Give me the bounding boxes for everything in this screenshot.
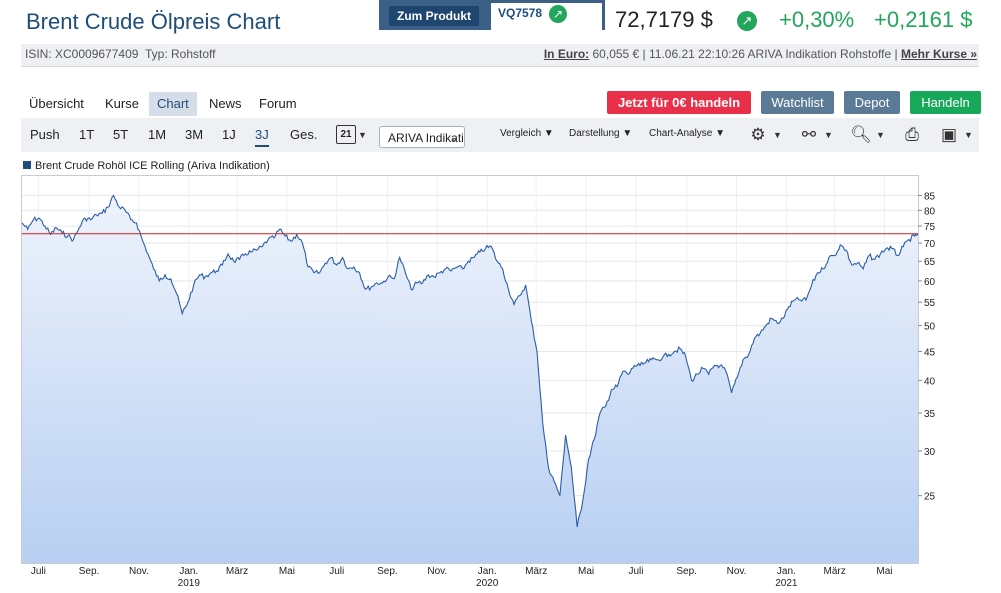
- y-tick-label: 65: [924, 257, 936, 268]
- watchlist-button[interactable]: Watchlist: [761, 91, 834, 114]
- gear-icon[interactable]: ⚙: [747, 124, 769, 146]
- print-icon[interactable]: ⎙: [901, 124, 923, 146]
- y-tick-label: 25: [924, 492, 936, 503]
- tab-forum[interactable]: Forum: [251, 92, 305, 116]
- y-tick-label: 70: [924, 239, 936, 250]
- page-title: Brent Crude Ölpreis Chart: [26, 9, 281, 34]
- more-quotes-link[interactable]: Mehr Kurse »: [901, 47, 977, 61]
- legend-swatch: [23, 161, 31, 169]
- y-tick-label: 45: [924, 347, 936, 358]
- x-tick-label: Nov.: [427, 566, 447, 577]
- y-tick-label: 50: [924, 322, 936, 333]
- y-tick-label: 30: [924, 447, 936, 458]
- x-tick-label: Nov.: [727, 566, 747, 577]
- indicator-icon[interactable]: ⚯: [798, 124, 820, 146]
- menu-display-label: Darstellung: [569, 128, 620, 139]
- save-chevron-icon[interactable]: ▼: [964, 130, 973, 140]
- instrument-type: Typ: Rohstoff: [145, 47, 216, 61]
- change-absolute: +0,2161 $: [874, 7, 973, 32]
- range-5t[interactable]: 5T: [113, 127, 128, 142]
- euro-label[interactable]: In Euro:: [544, 47, 589, 61]
- select-chevron-icon[interactable]: ⌄: [450, 133, 458, 144]
- y-tick-label: 35: [924, 409, 936, 420]
- x-tick-label: Sep.: [377, 566, 398, 577]
- depot-button[interactable]: Depot: [844, 91, 900, 114]
- current-price: 72,7179 $: [615, 7, 713, 32]
- range-1t[interactable]: 1T: [79, 127, 94, 142]
- x-tick-label: Jan.: [777, 566, 796, 577]
- x-tick-label: Juli: [628, 566, 643, 577]
- x-year-label: 2021: [775, 578, 798, 589]
- range-push[interactable]: Push: [30, 127, 60, 142]
- x-tick-label: Nov.: [129, 566, 149, 577]
- zoom-icon[interactable]: 🔍︎: [850, 124, 872, 146]
- range-3j[interactable]: 3J: [255, 127, 269, 147]
- x-year-label: 2019: [178, 578, 201, 589]
- x-tick-label: Juli: [31, 566, 46, 577]
- y-tick-label: 60: [924, 277, 936, 288]
- tab-news[interactable]: News: [201, 92, 250, 116]
- price-chart: 25 30 35 40 45 50 55 60 65 70 75 80 85 Juli Sep. Nov. J…: [21, 175, 936, 589]
- y-tick-label: 55: [924, 298, 936, 309]
- x-tick-label: Sep.: [79, 566, 100, 577]
- x-tick-label: Jan.: [179, 566, 198, 577]
- x-tick-label: Mai: [279, 566, 295, 577]
- chevron-down-icon[interactable]: ▼: [358, 130, 367, 140]
- menu-compare-label: Vergleich: [500, 128, 542, 139]
- arrow-up-right-icon: ↗: [549, 5, 567, 23]
- menu-compare[interactable]: Vergleich ▼: [500, 128, 554, 139]
- change-percent: +0,30%: [779, 7, 855, 32]
- x-tick-label: März: [226, 566, 248, 577]
- x-tick-label: Sep.: [676, 566, 697, 577]
- x-tick-label: Jan.: [478, 566, 497, 577]
- handeln-button[interactable]: Handeln: [910, 91, 981, 114]
- y-tick-label: 85: [924, 191, 936, 202]
- range-1j[interactable]: 1J: [222, 127, 236, 142]
- trend-up-icon: ↗: [737, 11, 757, 31]
- menu-chart-analysis[interactable]: Chart-Analyse ▼: [649, 128, 725, 139]
- range-1m[interactable]: 1M: [148, 127, 166, 142]
- range-3m[interactable]: 3M: [185, 127, 203, 142]
- x-tick-label: März: [525, 566, 547, 577]
- gear-chevron-icon[interactable]: ▼: [773, 130, 782, 140]
- x-year-label: 2020: [476, 578, 499, 589]
- save-icon[interactable]: ▣: [938, 124, 960, 146]
- trade-button[interactable]: Jetzt für 0€ handeln: [607, 91, 751, 114]
- menu-chart-analysis-label: Chart-Analyse: [649, 128, 713, 139]
- isin: ISIN: XC0009677409: [25, 47, 139, 61]
- x-tick-label: März: [823, 566, 845, 577]
- menu-display[interactable]: Darstellung ▼: [569, 128, 632, 139]
- product-code[interactable]: VQ7578: [498, 6, 542, 20]
- tab-overview[interactable]: Übersicht: [21, 92, 92, 116]
- x-tick-label: Mai: [876, 566, 892, 577]
- x-tick-label: Mai: [578, 566, 594, 577]
- legend-label: Brent Crude Rohöl ICE Rolling (Ariva Ind…: [35, 160, 270, 172]
- calendar-icon[interactable]: 21: [336, 125, 356, 144]
- quote-detail: 60,055 € | 11.06.21 22:10:26 ARIVA Indik…: [589, 47, 901, 61]
- y-tick-label: 80: [924, 206, 936, 217]
- quote-info: In Euro: 60,055 € | 11.06.21 22:10:26 AR…: [544, 47, 977, 61]
- indicator-chevron-icon[interactable]: ▼: [824, 130, 833, 140]
- zoom-chevron-icon[interactable]: ▼: [876, 130, 885, 140]
- tab-chart[interactable]: Chart: [149, 92, 197, 116]
- range-ges[interactable]: Ges.: [290, 127, 317, 142]
- x-tick-label: Juli: [329, 566, 344, 577]
- chart-legend: Brent Crude Rohöl ICE Rolling (Ariva Ind…: [23, 160, 270, 172]
- product-button[interactable]: Zum Produkt: [389, 6, 479, 26]
- y-tick-label: 75: [924, 222, 936, 233]
- tab-quotes[interactable]: Kurse: [97, 92, 147, 116]
- y-tick-label: 40: [924, 376, 936, 387]
